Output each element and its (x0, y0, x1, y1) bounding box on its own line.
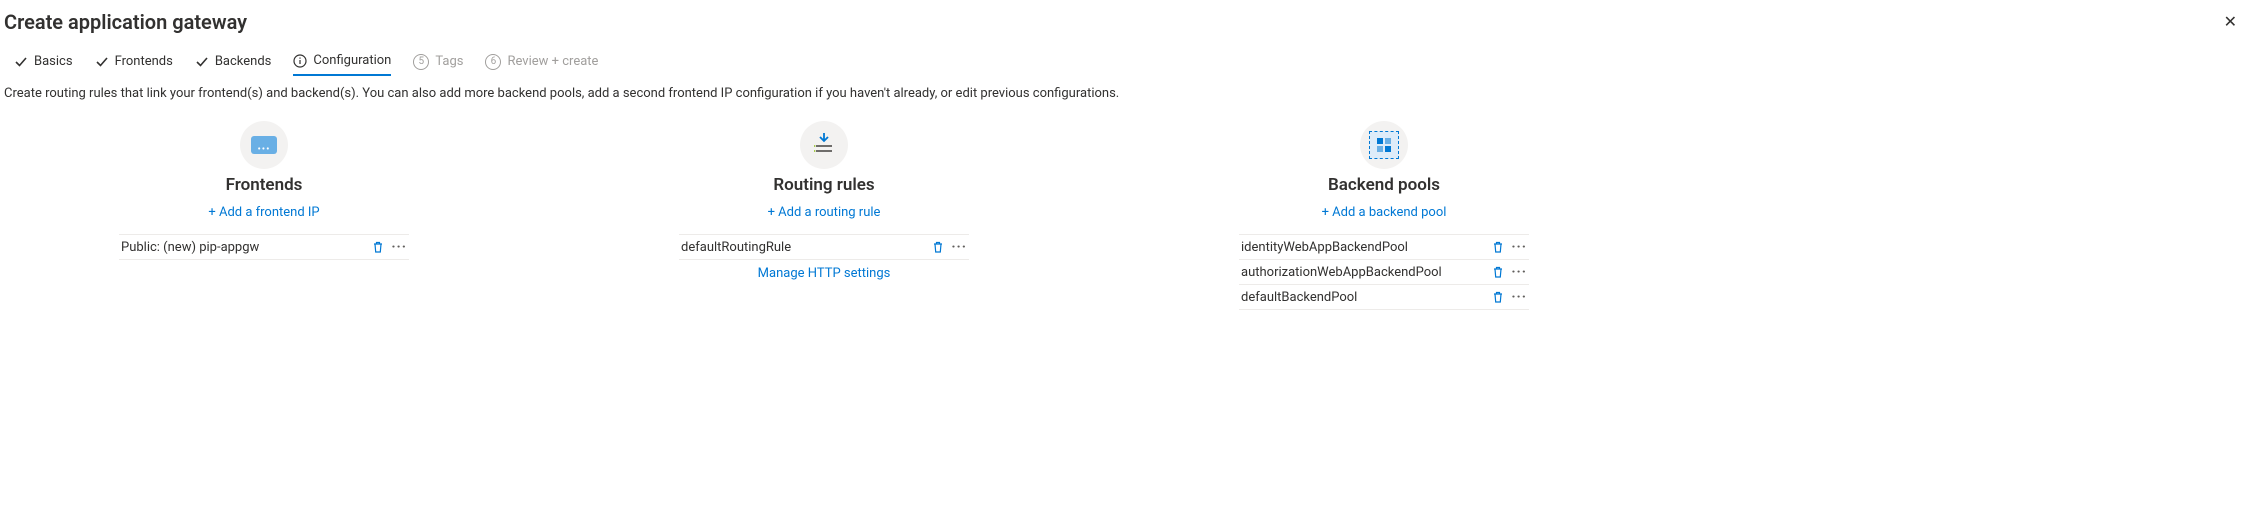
routing-list: defaultRoutingRule ··· (679, 234, 969, 260)
config-columns: Frontends + Add a frontend IP Public: (n… (4, 121, 2249, 310)
more-icon[interactable]: ··· (951, 239, 967, 255)
page-title: Create application gateway (4, 10, 247, 34)
more-icon[interactable]: ··· (1511, 239, 1527, 255)
delete-icon[interactable] (1491, 290, 1505, 304)
delete-icon[interactable] (371, 240, 385, 254)
delete-icon[interactable] (1491, 265, 1505, 279)
check-icon (95, 55, 109, 69)
column-title: Routing rules (773, 175, 874, 195)
routing-rules-column: Routing rules + Add a routing rule defau… (564, 121, 1084, 310)
check-icon (14, 55, 28, 69)
page-header: Create application gateway ✕ (4, 8, 2249, 49)
column-title: Frontends (226, 175, 303, 195)
list-item[interactable]: Public: (new) pip-appgw ··· (119, 234, 409, 260)
tab-label: Frontends (115, 54, 173, 69)
step-number: 6 (485, 54, 501, 70)
list-item[interactable]: defaultBackendPool ··· (1239, 285, 1529, 310)
more-icon[interactable]: ··· (391, 239, 407, 255)
list-item[interactable]: identityWebAppBackendPool ··· (1239, 234, 1529, 260)
more-icon[interactable]: ··· (1511, 289, 1527, 305)
delete-icon[interactable] (931, 240, 945, 254)
more-icon[interactable]: ··· (1511, 264, 1527, 280)
tab-basics[interactable]: Basics (14, 54, 73, 75)
tab-backends[interactable]: Backends (195, 54, 272, 75)
delete-icon[interactable] (1491, 240, 1505, 254)
tab-label: Tags (435, 54, 463, 69)
description-text: Create routing rules that link your fron… (4, 76, 2249, 121)
backend-pools-column: Backend pools + Add a backend pool ident… (1124, 121, 1644, 310)
tab-label: Backends (215, 54, 272, 69)
list-item[interactable]: defaultRoutingRule ··· (679, 234, 969, 260)
step-number: 5 (413, 54, 429, 70)
tab-label: Basics (34, 54, 73, 69)
tab-tags[interactable]: 5 Tags (413, 54, 463, 76)
routing-icon (800, 121, 848, 169)
manage-http-settings-link[interactable]: Manage HTTP settings (758, 266, 891, 281)
list-item[interactable]: authorizationWebAppBackendPool ··· (1239, 260, 1529, 285)
frontends-column: Frontends + Add a frontend IP Public: (n… (4, 121, 524, 310)
column-title: Backend pools (1328, 175, 1440, 195)
add-backend-pool-link[interactable]: + Add a backend pool (1322, 205, 1447, 220)
info-icon (293, 54, 307, 68)
item-label: identityWebAppBackendPool (1241, 240, 1408, 255)
frontends-icon (240, 121, 288, 169)
close-button[interactable]: ✕ (2216, 8, 2245, 35)
tab-review-create[interactable]: 6 Review + create (485, 54, 598, 76)
backend-pools-icon (1360, 121, 1408, 169)
item-label: authorizationWebAppBackendPool (1241, 265, 1442, 280)
add-routing-rule-link[interactable]: + Add a routing rule (768, 205, 881, 220)
tab-label: Configuration (313, 53, 391, 68)
item-label: defaultBackendPool (1241, 290, 1357, 305)
item-label: defaultRoutingRule (681, 240, 791, 255)
check-icon (195, 55, 209, 69)
wizard-tabs: Basics Frontends Backends Configuration … (4, 49, 2249, 76)
tab-frontends[interactable]: Frontends (95, 54, 173, 75)
tab-label: Review + create (507, 54, 598, 69)
frontends-list: Public: (new) pip-appgw ··· (119, 234, 409, 260)
item-label: Public: (new) pip-appgw (121, 240, 259, 255)
add-frontend-ip-link[interactable]: + Add a frontend IP (208, 205, 319, 220)
tab-configuration[interactable]: Configuration (293, 53, 391, 76)
backend-pools-list: identityWebAppBackendPool ··· authorizat… (1239, 234, 1529, 310)
